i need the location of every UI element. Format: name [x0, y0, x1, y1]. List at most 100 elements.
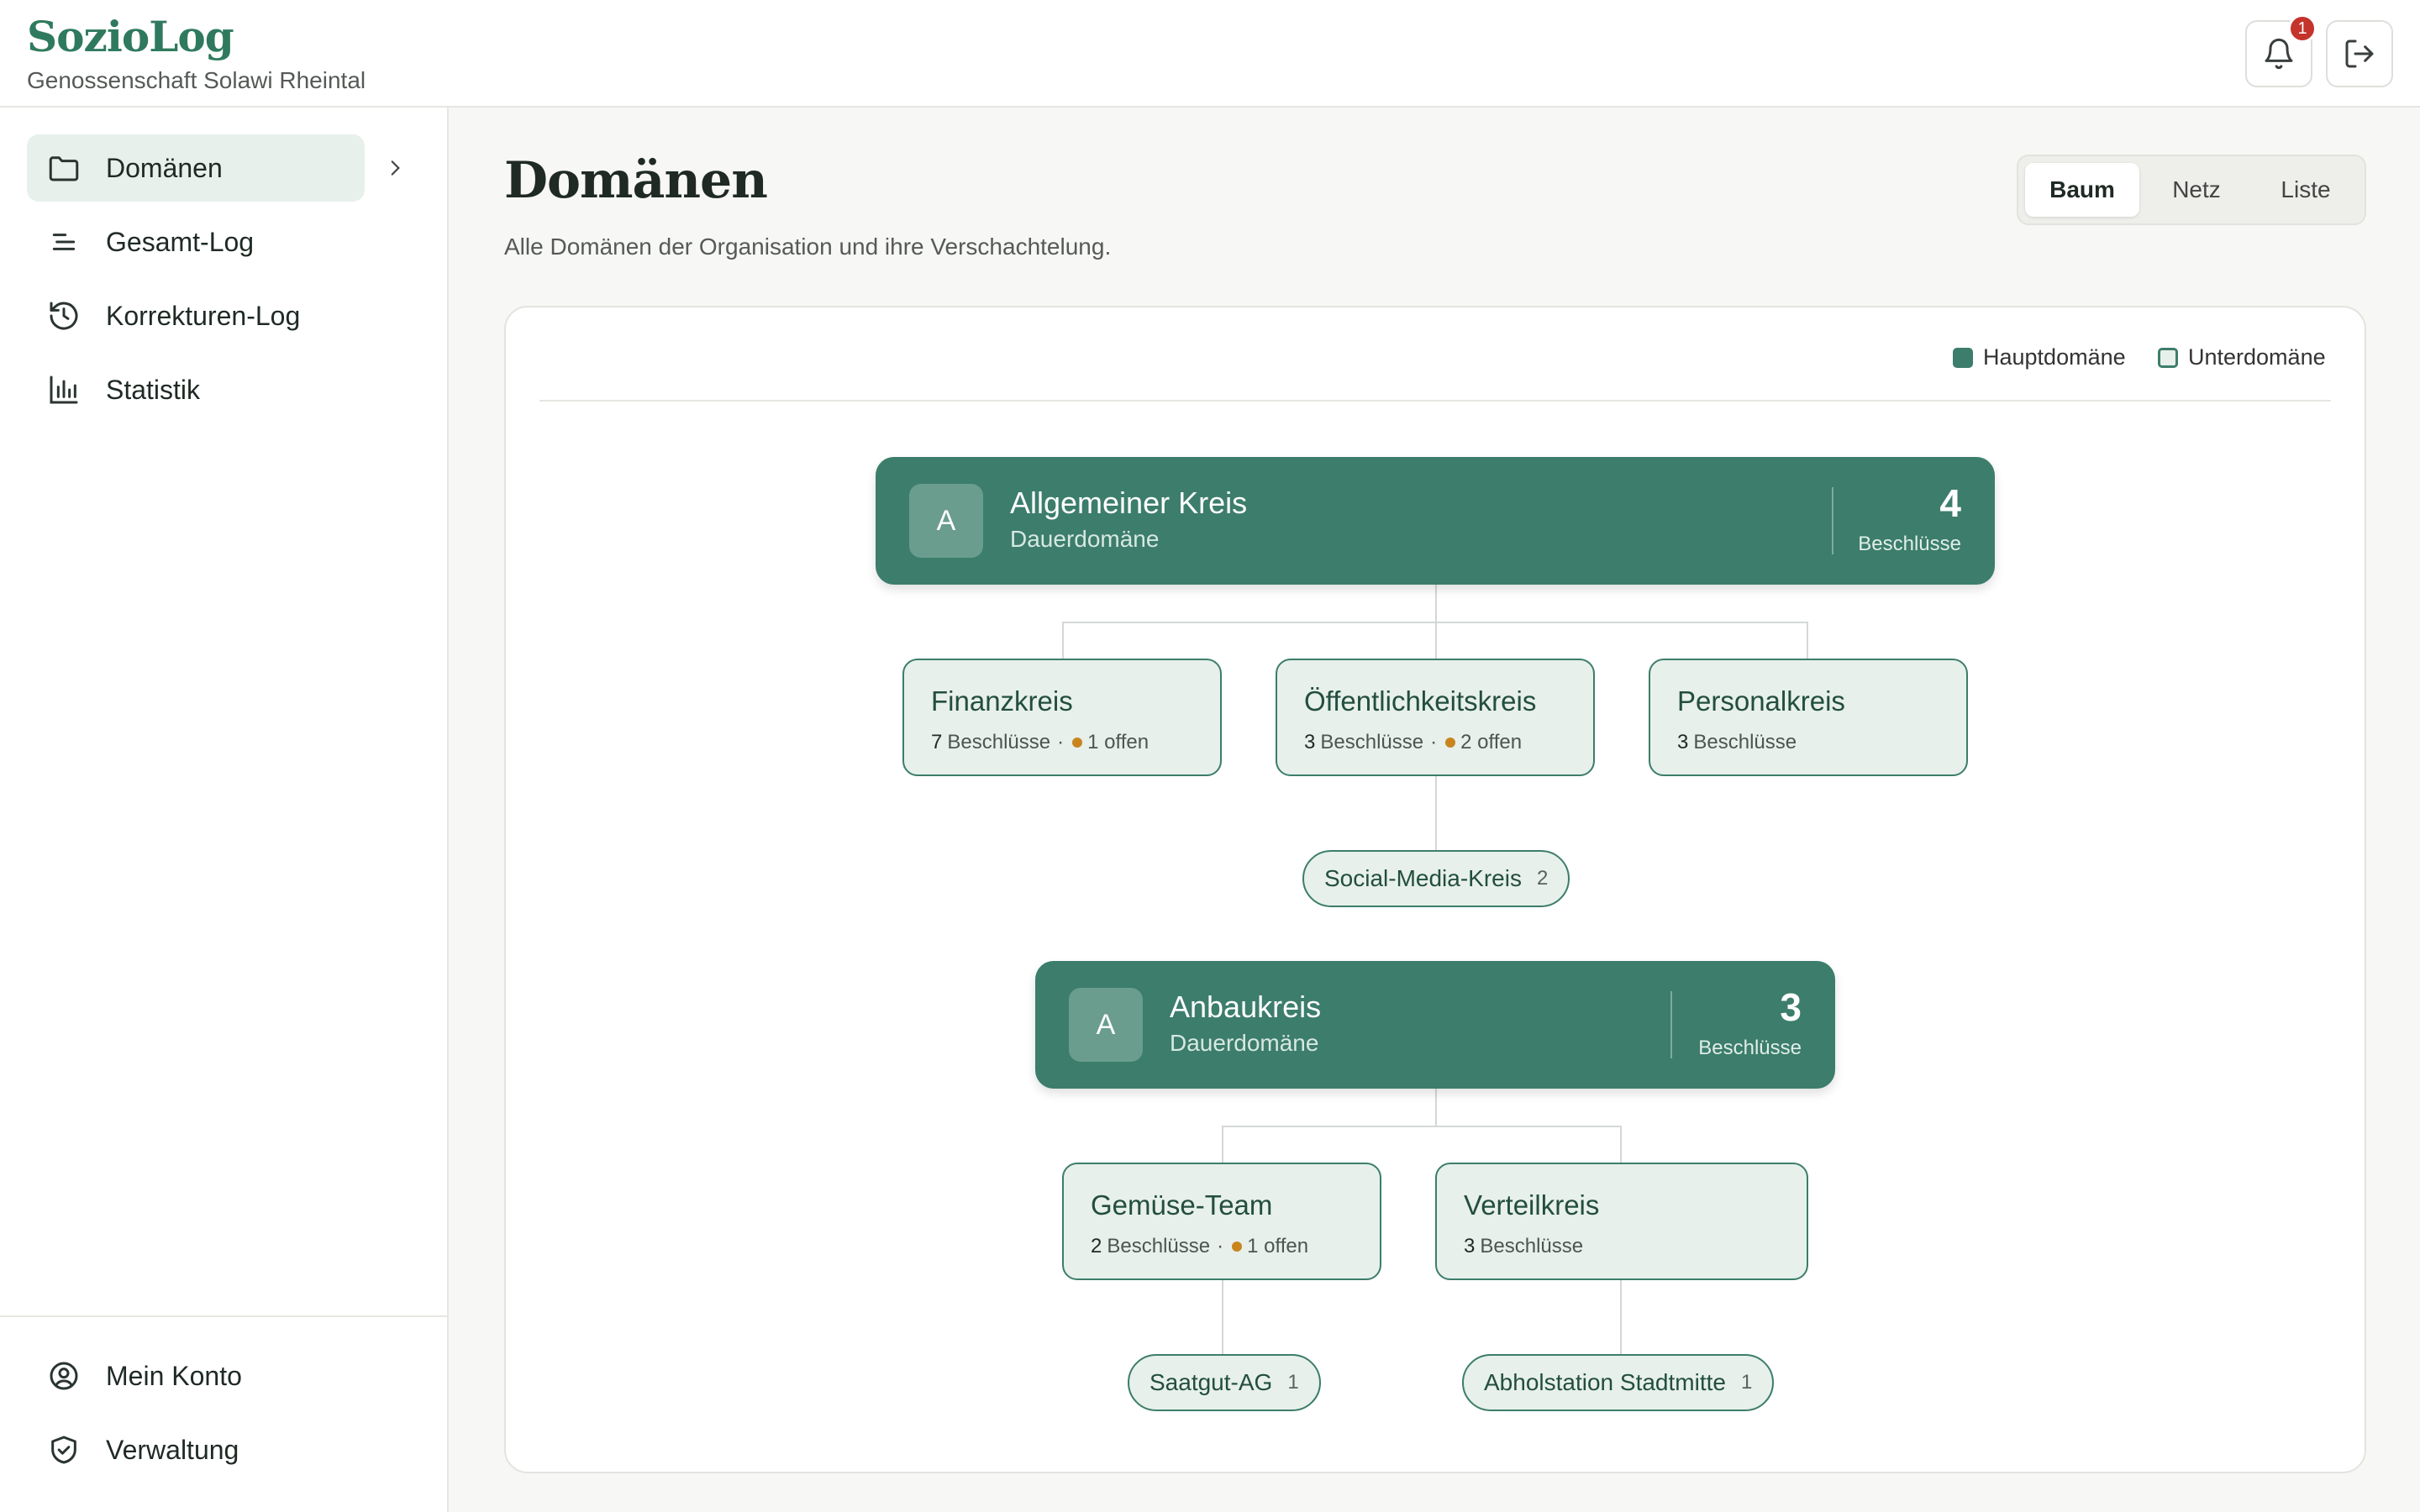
tree-connector: [1435, 622, 1437, 660]
view-tab-netz[interactable]: Netz: [2144, 163, 2249, 217]
sidebar-item-gesamt-log[interactable]: Gesamt-Log: [27, 208, 365, 276]
main-domain-anbaukreis[interactable]: A Anbaukreis Dauerdomäne 3 Beschlüsse: [1035, 961, 1835, 1089]
app-logo[interactable]: SozioLog: [27, 12, 234, 61]
tree-connector: [1062, 622, 1064, 660]
legend-divider: [539, 400, 2331, 402]
divider: [1670, 991, 1672, 1058]
logout-icon: [2345, 39, 2374, 68]
page-subtitle: Alle Domänen der Organisation und ihre V…: [504, 234, 1112, 260]
decision-count-label: Beschlüsse: [1698, 1037, 1802, 1059]
open-count: 2 offen: [1460, 731, 1523, 753]
decision-count-label: Beschlüsse: [1320, 731, 1424, 753]
page-title: Domänen: [504, 151, 768, 210]
domain-meta: 7 Beschlüsse · 1 offen: [931, 731, 1149, 754]
domain-name: Finanzkreis: [931, 685, 1073, 717]
domain-meta: 3 Beschlüsse: [1677, 731, 1797, 754]
legend-main: Hauptdomäne: [1953, 344, 2126, 370]
sidebar-item-label: Statistik: [106, 374, 201, 405]
sub-domain-oeffentlichkeitskreis[interactable]: Öffentlichkeitskreis 3 Beschlüsse · 2 of…: [1276, 659, 1595, 776]
view-tab-liste[interactable]: Liste: [2254, 163, 2358, 217]
domain-name: Gemüse-Team: [1091, 1189, 1273, 1221]
tree-connector: [1222, 1126, 1622, 1127]
main-domain-allgemeiner-kreis[interactable]: A Allgemeiner Kreis Dauerdomäne 4 Beschl…: [876, 457, 1995, 585]
decision-count: 4: [1939, 481, 1961, 525]
open-status-dot: [1072, 738, 1083, 748]
app-header: SozioLog Genossenschaft Solawi Rheintal …: [0, 0, 2420, 108]
domain-name: Social-Media-Kreis: [1324, 865, 1522, 891]
decision-count: 7: [931, 731, 943, 753]
logout-button[interactable]: [2326, 20, 2393, 87]
legend-swatch-sub: [2158, 347, 2178, 368]
sidebar-item-mein-konto[interactable]: Mein Konto: [27, 1342, 365, 1410]
meta-separator: ·: [1057, 731, 1065, 753]
sub-domain-verteilkreis[interactable]: Verteilkreis 3 Beschlüsse: [1435, 1163, 1808, 1280]
open-count: 1 offen: [1247, 1235, 1309, 1257]
notification-count-badge: 1: [2288, 14, 2317, 43]
sidebar-item-korrekturen-log[interactable]: Korrekturen-Log: [27, 282, 365, 349]
domain-name: Verteilkreis: [1464, 1189, 1600, 1221]
decision-count: 3: [1464, 1235, 1476, 1257]
domain-meta: 2 Beschlüsse · 1 offen: [1091, 1235, 1308, 1258]
sidebar-item-verwaltung[interactable]: Verwaltung: [27, 1416, 365, 1483]
shield-check-icon: [45, 1431, 82, 1468]
sidebar-item-label: Korrekturen-Log: [106, 300, 301, 331]
tree-connector: [1807, 622, 1808, 660]
domain-name: Abholstation Stadtmitte: [1484, 1369, 1726, 1395]
decision-count: 1: [1287, 1371, 1299, 1394]
tree-connector: [1435, 1089, 1437, 1127]
view-switcher: Baum Netz Liste: [2017, 155, 2366, 225]
decision-count: 1: [1740, 1371, 1753, 1394]
domain-name: Allgemeiner Kreis: [1010, 486, 1248, 520]
tree-connector: [1620, 1126, 1622, 1164]
sub-domain-gemuese-team[interactable]: Gemüse-Team 2 Beschlüsse · 1 offen: [1062, 1163, 1381, 1280]
domain-name: Öffentlichkeitskreis: [1304, 685, 1537, 717]
tree-connector: [1620, 1280, 1622, 1356]
sub-domain-saatgut-ag[interactable]: Saatgut-AG 1: [1128, 1354, 1321, 1411]
decision-count: 3: [1780, 985, 1802, 1029]
decision-count-label: Beschlüsse: [1693, 731, 1797, 753]
tree-connector: [1222, 1126, 1223, 1164]
meta-separator: ·: [1217, 1235, 1224, 1257]
domain-meta: 3 Beschlüsse: [1464, 1235, 1583, 1258]
sidebar-item-statistik[interactable]: Statistik: [27, 356, 365, 423]
sub-domain-finanzkreis[interactable]: Finanzkreis 7 Beschlüsse · 1 offen: [902, 659, 1222, 776]
open-status-dot: [1232, 1242, 1243, 1252]
folder-icon: [45, 150, 82, 186]
open-count: 1 offen: [1087, 731, 1150, 753]
sidebar-item-label: Gesamt-Log: [106, 226, 255, 257]
sidebar-item-label: Mein Konto: [106, 1360, 242, 1391]
open-status-dot: [1445, 738, 1456, 748]
sidebar-divider: [0, 1315, 447, 1317]
legend-swatch-main: [1953, 347, 1973, 368]
bar-chart-icon: [45, 371, 82, 408]
meta-separator: ·: [1430, 731, 1438, 753]
tree-connector: [1435, 776, 1437, 850]
legend-label: Hauptdomäne: [1983, 344, 2126, 370]
legend-label: Unterdomäne: [2188, 344, 2326, 370]
legend-sub: Unterdomäne: [2158, 344, 2326, 370]
decision-count: 2: [1536, 867, 1549, 890]
view-tab-baum[interactable]: Baum: [2025, 163, 2139, 217]
sub-domain-personalkreis[interactable]: Personalkreis 3 Beschlüsse: [1649, 659, 1968, 776]
history-icon: [45, 297, 82, 334]
decision-count-label: Beschlüsse: [1107, 1235, 1211, 1257]
decision-count: 2: [1091, 1235, 1102, 1257]
sidebar-item-label: Domänen: [106, 152, 223, 183]
decision-count: 3: [1304, 731, 1316, 753]
sub-domain-social-media-kreis[interactable]: Social-Media-Kreis 2: [1302, 850, 1570, 907]
user-circle-icon: [45, 1357, 82, 1394]
organization-name: Genossenschaft Solawi Rheintal: [27, 67, 366, 93]
domain-meta: 3 Beschlüsse · 2 offen: [1304, 731, 1522, 754]
sub-domain-abholstation-stadtmitte[interactable]: Abholstation Stadtmitte 1: [1462, 1354, 1775, 1411]
decision-count-label: Beschlüsse: [1480, 1235, 1584, 1257]
decision-count-label: Beschlüsse: [947, 731, 1051, 753]
chevron-right-icon[interactable]: [381, 150, 408, 186]
sidebar-item-label: Verwaltung: [106, 1434, 239, 1465]
sidebar-item-domaenen[interactable]: Domänen: [27, 134, 365, 202]
decision-count: 3: [1677, 731, 1689, 753]
domain-avatar: A: [909, 484, 983, 558]
domain-type: Dauerdomäne: [1170, 1030, 1319, 1056]
bell-icon: [2265, 38, 2293, 70]
tree-connector: [1435, 585, 1437, 623]
domain-name: Saatgut-AG: [1150, 1369, 1273, 1395]
